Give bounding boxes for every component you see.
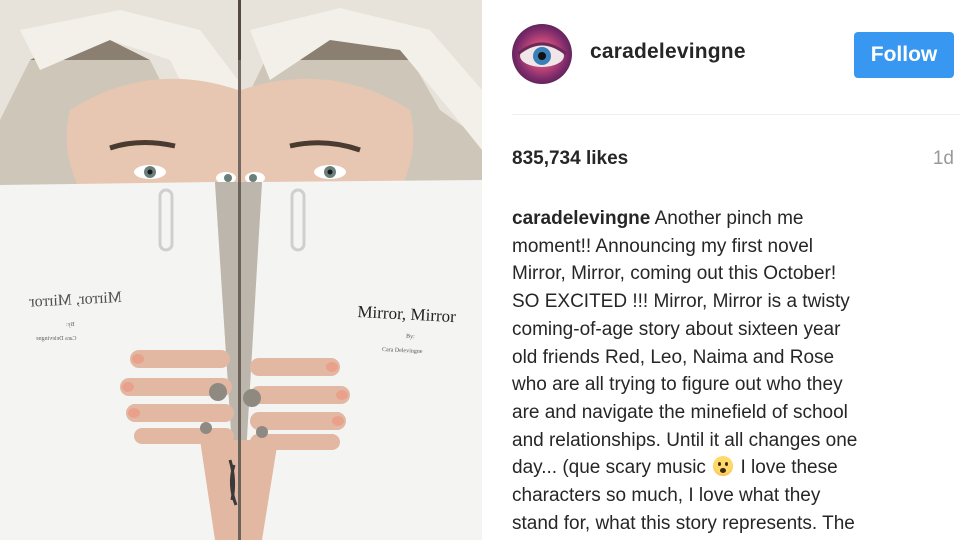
caption-line: stand for, what this story represents. T… [512,512,855,534]
caption-line: are and navigate the minefield of school [512,401,848,423]
caption-line: coming-of-age story about sixteen year [512,318,841,340]
caption-line: and relationships. Until it all changes … [512,429,858,451]
astonished-face-icon [713,456,734,477]
caption-line: SO EXCITED !!! Mirror, Mirror is a twist… [512,291,850,313]
post-photo[interactable]: Mirror, Mirror By: Cara Delevingne Mirro… [0,0,482,540]
photo-illustration [0,0,482,540]
caption-text: I love these [740,457,838,479]
post-caption: caradelevingne Another pinch me moment!!… [512,205,942,537]
caption-line: who are all trying to figure out who the… [512,374,843,396]
post-header: caradelevingne Follow [482,0,960,112]
manuscript-by-reflection: By: [66,322,75,328]
post-timestamp[interactable]: 1d [933,148,954,170]
caption-line: characters so much, I love what they [512,485,821,507]
manuscript-author-reflection: Cara Delevingne [36,336,77,342]
eye-avatar-icon [517,42,567,67]
header-divider [512,114,960,115]
caption-line: moment!! Announcing my first novel [512,235,813,257]
caption-line: Mirror, Mirror, coming out this October! [512,263,837,285]
caption-line: caradelevingne Another pinch me [512,205,942,233]
username-link[interactable]: caradelevingne [590,40,746,64]
caption-text: Another pinch me [654,208,804,229]
follow-button[interactable]: Follow [854,32,954,78]
mirror-seam [238,0,241,540]
manuscript-by: By: [405,333,415,341]
avatar[interactable] [512,24,572,84]
likes-count[interactable]: 835,734 likes [512,148,628,170]
caption-username-link[interactable]: caradelevingne [512,208,650,229]
caption-line: day... (que scary music I love these [512,454,942,482]
caption-line: old friends Red, Leo, Naima and Rose [512,346,835,368]
caption-text: day... (que scary music [512,457,706,479]
post-panel: caradelevingne Follow 835,734 likes 1d c… [482,0,960,540]
